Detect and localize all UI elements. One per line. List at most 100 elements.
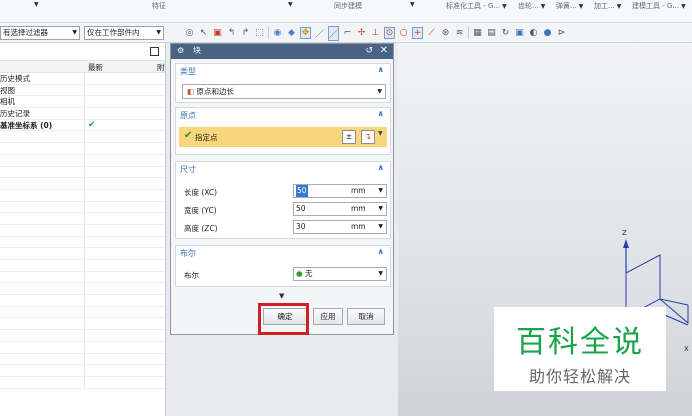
- ribbon-group-gear[interactable]: 齿轮... ▼: [518, 1, 545, 11]
- ribbon-group-std[interactable]: 标准化工具 - G... ▼: [446, 1, 507, 11]
- chevron-down-icon[interactable]: ▼: [378, 221, 383, 233]
- boolean-select[interactable]: ● 无 ▼: [293, 267, 387, 281]
- view-sphere-icon[interactable]: ●: [542, 28, 553, 38]
- ribbon-group-sync[interactable]: 同步建模: [334, 1, 362, 11]
- maximize-icon[interactable]: [150, 47, 159, 56]
- section-dimensions: 尺寸 ∧ 长度 (XC) 50 mm ▼ 宽度 (YC) 50 mm ▼ 高度 …: [175, 161, 391, 239]
- empty-row: [0, 318, 165, 331]
- section-type-header[interactable]: 类型 ∧: [176, 64, 390, 78]
- cancel-button[interactable]: 取消: [347, 308, 385, 325]
- reset-icon[interactable]: ↺: [365, 44, 373, 58]
- snap-line-icon[interactable]: ／: [314, 27, 325, 40]
- view-table-icon[interactable]: ▦: [472, 28, 483, 38]
- collapse-icon[interactable]: ∧: [378, 247, 385, 256]
- snap-center-icon[interactable]: ⊙: [384, 27, 395, 39]
- boolean-row: 布尔 ● 无 ▼: [176, 267, 392, 283]
- navigator-header: [0, 43, 165, 61]
- scope-filter-select[interactable]: 仅在工作部件内 ▼: [84, 26, 164, 40]
- apply-button[interactable]: 应用: [313, 308, 343, 325]
- axis-x-label: X: [684, 345, 689, 353]
- height-input[interactable]: 30 mm ▼: [293, 220, 387, 234]
- empty-row: [0, 341, 165, 354]
- snap-curve-icon[interactable]: ↰: [226, 28, 237, 38]
- navigator-row[interactable]: 基准坐标系 (0) ✔: [0, 119, 165, 132]
- section-title: 布尔: [180, 249, 196, 258]
- snap-plus-icon[interactable]: +: [412, 27, 423, 39]
- ribbon-group-feature[interactable]: 特征: [152, 1, 166, 11]
- snap-bend-icon[interactable]: ⌐: [342, 28, 353, 38]
- view-frame-icon[interactable]: ▤: [486, 28, 497, 38]
- inferred-point-button[interactable]: ↴: [361, 130, 375, 144]
- length-value: 50: [296, 185, 308, 197]
- type-select[interactable]: ◧ 原点和边长 ▼: [182, 84, 386, 99]
- point-type-dropdown[interactable]: ▼: [378, 130, 383, 137]
- column-attached[interactable]: 附: [157, 62, 165, 73]
- section-dimensions-header[interactable]: 尺寸 ∧: [176, 162, 390, 176]
- snap-slash-icon[interactable]: ⟋: [426, 28, 437, 38]
- snap-circle-icon[interactable]: ○: [398, 28, 409, 38]
- row-label: 视图: [0, 85, 15, 95]
- height-unit: mm: [351, 222, 366, 231]
- empty-row: [0, 143, 165, 155]
- ribbon-dropdown-arrow[interactable]: ▼: [410, 1, 415, 8]
- section-boolean-header[interactable]: 布尔 ∧: [176, 246, 390, 260]
- row-label: 历史记录: [0, 109, 30, 119]
- snap-end-icon[interactable]: ↖: [198, 28, 209, 38]
- navigator-row[interactable]: 历史记录: [0, 108, 165, 120]
- snap-rect-icon[interactable]: ⬚: [254, 28, 265, 38]
- empty-row: [0, 178, 165, 190]
- ribbon-dropdown-arrow[interactable]: ▼: [34, 1, 39, 8]
- length-input[interactable]: 50 mm ▼: [293, 184, 387, 198]
- snap-point-icon[interactable]: ⊛: [440, 28, 451, 38]
- snap-arc-icon[interactable]: ↱: [240, 28, 251, 38]
- chevron-down-icon[interactable]: ▼: [378, 185, 383, 197]
- navigator-row[interactable]: 视图: [0, 84, 165, 97]
- section-origin-header[interactable]: 原点 ∧: [176, 108, 390, 122]
- collapse-icon[interactable]: ∧: [378, 163, 385, 172]
- empty-row: [0, 353, 165, 366]
- snap-tangent-icon[interactable]: ⊥: [370, 28, 381, 38]
- empty-row: [0, 189, 165, 202]
- type-filter-select[interactable]: 有选择过滤器 ▼: [0, 26, 80, 40]
- select-icon[interactable]: ◎: [184, 28, 195, 38]
- ribbon-group-feature-label: 特征: [152, 2, 166, 10]
- chevron-down-icon[interactable]: ▼: [378, 203, 383, 215]
- snap-cube-icon[interactable]: ◉: [272, 28, 283, 38]
- ribbon-dropdown-arrow[interactable]: ▼: [288, 1, 293, 8]
- ribbon-group-spring[interactable]: 弹簧... ▼: [556, 1, 583, 11]
- ribbon-group-build[interactable]: 建模工具 - G... ▼: [632, 1, 686, 11]
- axis-z-label: Z: [622, 229, 627, 237]
- snap-intersect-icon[interactable]: ✢: [356, 28, 367, 38]
- navigator-row[interactable]: 相机: [0, 96, 165, 109]
- chevron-down-icon: ▼: [378, 270, 383, 277]
- snap-red-icon[interactable]: ▣: [212, 28, 223, 38]
- empty-row: [0, 224, 165, 237]
- collapse-icon[interactable]: ∧: [378, 109, 385, 118]
- gear-icon[interactable]: ⚙: [177, 44, 184, 58]
- dialog-title-bar[interactable]: ⚙ 块 ↺ ✕: [171, 44, 393, 59]
- width-input[interactable]: 50 mm ▼: [293, 202, 387, 216]
- more-options-icon[interactable]: ▼: [279, 292, 284, 300]
- ribbon-group-machining[interactable]: 加工... ▼: [594, 1, 621, 11]
- snap-solid-icon[interactable]: ◆: [286, 28, 297, 38]
- snap-diagonal-icon[interactable]: ／: [328, 25, 339, 41]
- snap-wave-icon[interactable]: ≋: [454, 28, 465, 38]
- close-icon[interactable]: ✕: [380, 44, 388, 58]
- view-box-icon[interactable]: ▣: [514, 28, 525, 38]
- snap-grid-icon[interactable]: ✥: [300, 27, 311, 39]
- view-more-icon[interactable]: ⊳: [556, 28, 567, 38]
- empty-row: [0, 236, 165, 249]
- view-rotate-icon[interactable]: ↻: [500, 28, 511, 38]
- ok-highlight-box: [258, 303, 309, 335]
- navigator-row[interactable]: 历史模式: [0, 73, 165, 85]
- selection-filter-bar: 有选择过滤器 ▼ 仅在工作部件内 ▼ ◎ ↖ ▣ ↰ ↱ ⬚ ◉ ◆ ✥ ／ ／…: [0, 23, 692, 43]
- point-dialog-button[interactable]: ±: [342, 130, 356, 144]
- specify-point-row[interactable]: ✔ 指定点 ± ↴ ▼: [179, 127, 387, 147]
- check-icon: ✔: [88, 119, 96, 130]
- ribbon-group-machining-label: 加工...: [594, 2, 615, 10]
- section-origin: 原点 ∧ ✔ 指定点 ± ↴ ▼: [175, 107, 391, 155]
- width-row: 宽度 (YC) 50 mm ▼: [176, 202, 392, 218]
- view-render-icon[interactable]: ◐: [528, 28, 539, 38]
- column-latest[interactable]: 最新: [88, 62, 103, 73]
- collapse-icon[interactable]: ∧: [378, 65, 385, 74]
